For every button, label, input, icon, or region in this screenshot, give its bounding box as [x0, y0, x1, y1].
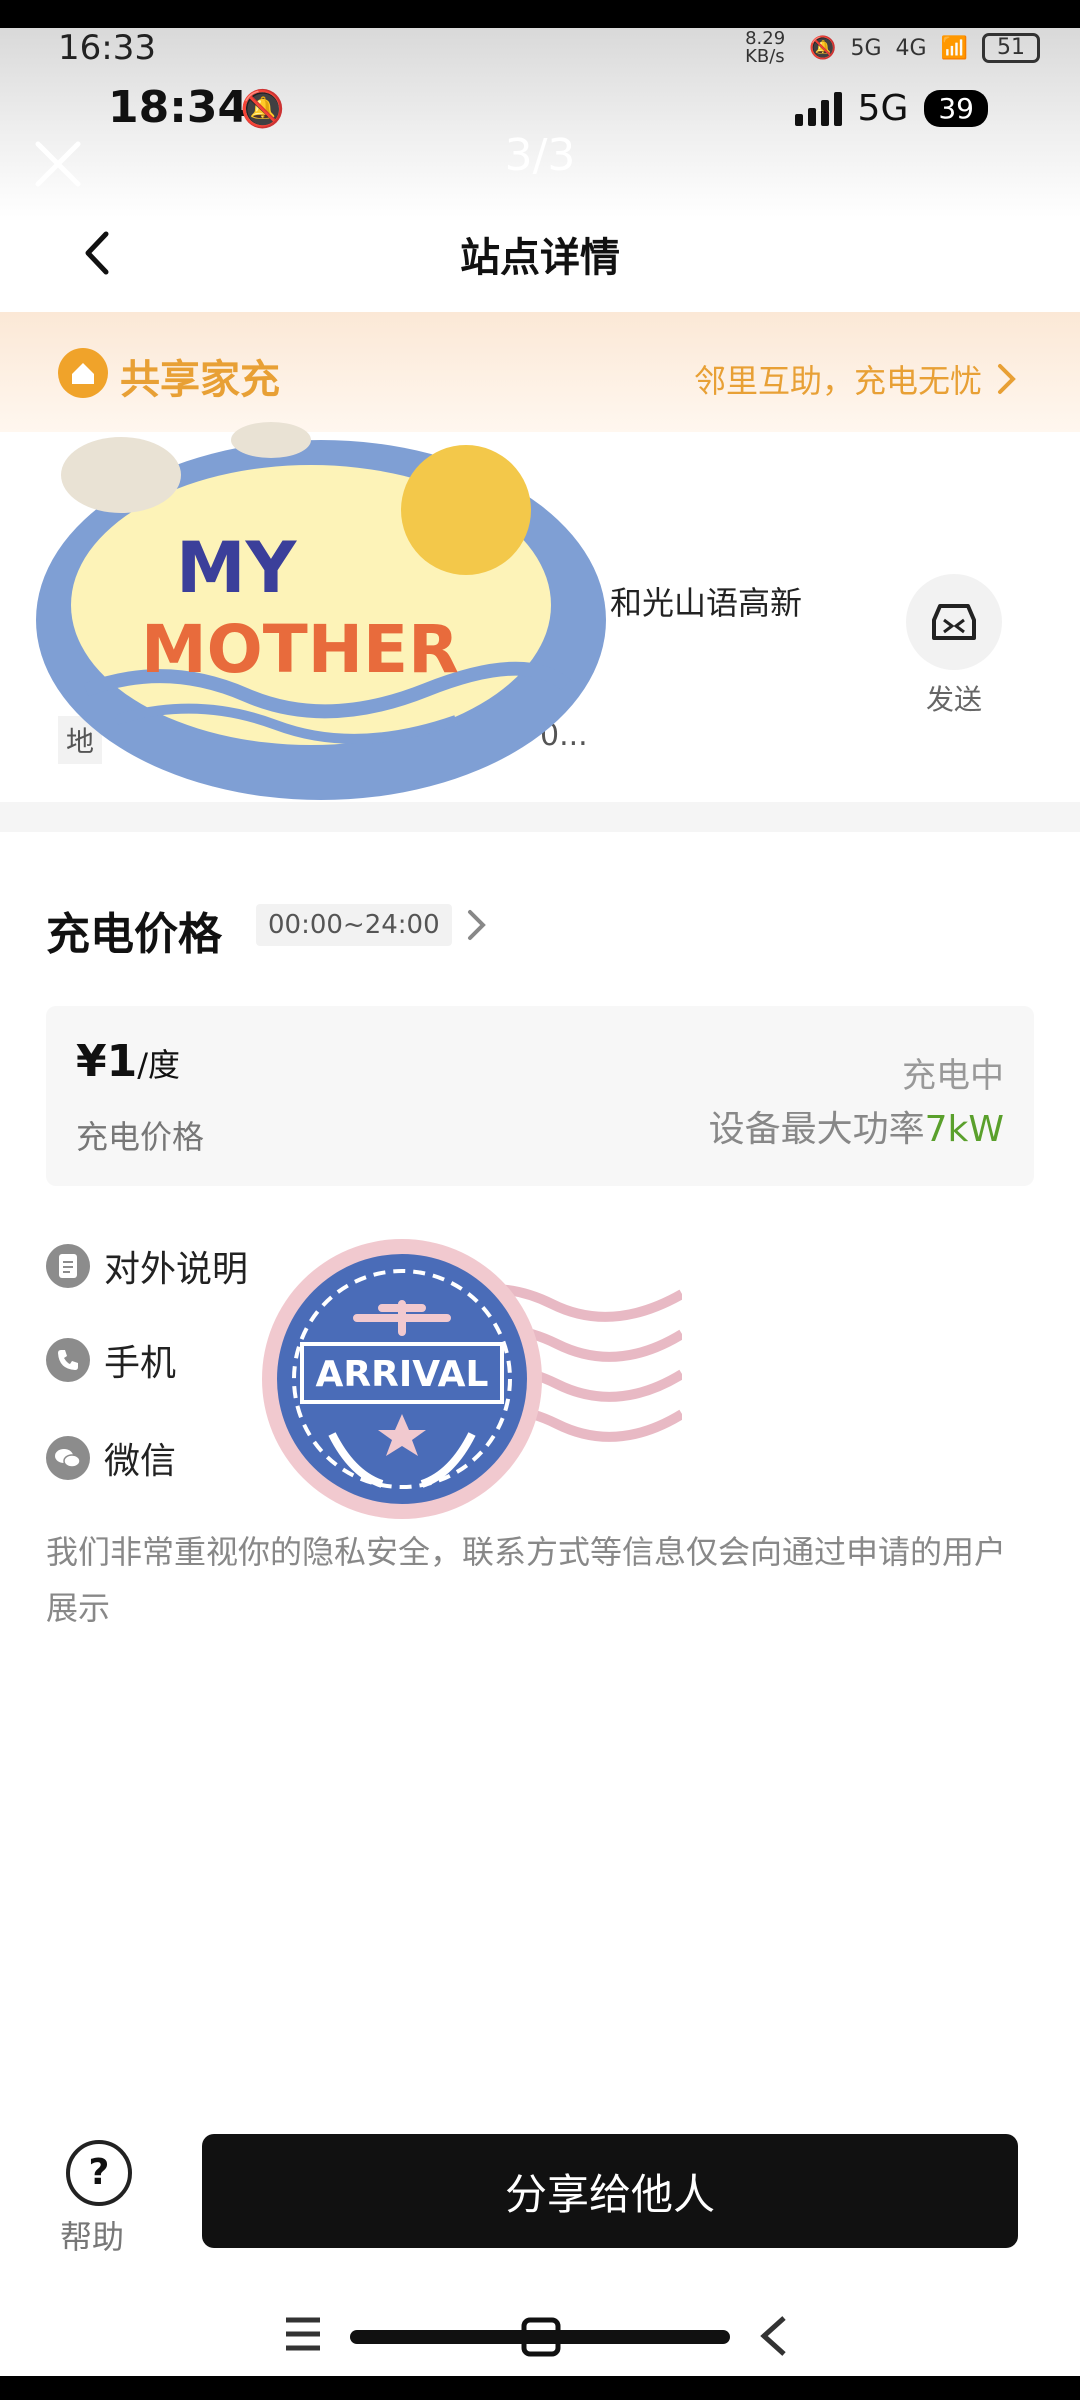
contact-description[interactable]: 对外说明	[46, 1240, 248, 1292]
contact-phone[interactable]: 手机	[46, 1334, 176, 1386]
net-5g-label: 5G	[850, 35, 882, 61]
arrival-stamp-sticker: ARRIVAL	[262, 1239, 682, 1519]
chevron-right-icon[interactable]	[466, 908, 488, 942]
price-value: ¥1/度	[76, 1036, 180, 1087]
price-unit: /度	[137, 1046, 181, 1084]
sticker-text-my: MY	[176, 527, 298, 609]
help-label[interactable]: 帮助	[60, 2212, 124, 2258]
share-button[interactable]: 分享给他人	[202, 2134, 1018, 2248]
top-black-bar	[0, 0, 1080, 28]
contact-item-label: 微信	[104, 1441, 177, 1482]
price-amount: ¥1	[76, 1036, 138, 1087]
silent-bell-icon: 🔕	[240, 89, 285, 130]
section-divider	[0, 802, 1080, 832]
banner-title: 共享家充	[120, 357, 280, 403]
mute-icon: 🔕	[809, 35, 837, 61]
price-time-range[interactable]: 00:00~24:00	[256, 904, 452, 946]
power-value: 7kW	[924, 1109, 1004, 1150]
banner-subtitle: 邻里互助，充电无忧	[693, 362, 982, 400]
navigation-bar	[286, 2316, 786, 2357]
home-gesture-bar	[350, 2330, 730, 2344]
system-time: 16:33	[58, 28, 156, 68]
car-icon	[932, 604, 976, 640]
close-icon[interactable]	[32, 138, 84, 190]
charging-status: 充电中	[902, 1056, 1004, 1096]
help-icon[interactable]: ?	[66, 2140, 132, 2206]
contact-wechat[interactable]: 微信	[46, 1432, 176, 1484]
contact-item-label: 手机	[104, 1343, 177, 1384]
contact-item-label: 对外说明	[104, 1249, 249, 1290]
app-time: 18:34	[108, 82, 249, 133]
banner-link[interactable]: 邻里互助，充电无忧	[694, 356, 1018, 402]
bottom-black-bar	[0, 2376, 1080, 2400]
system-status-icons: 8.29 KB/s 🔕 5G 4G 📶 51	[745, 30, 1040, 66]
send-navigation-button[interactable]	[906, 574, 1002, 670]
price-label: 充电价格	[76, 1118, 205, 1156]
price-card	[46, 1006, 1034, 1186]
chevron-right-icon	[998, 364, 1016, 394]
back-icon	[760, 2316, 786, 2356]
my-mother-sticker: MY MOTHER	[36, 422, 606, 800]
page-title: 站点详情	[460, 235, 620, 281]
station-address: 和光山语高新	[610, 584, 803, 622]
document-icon	[46, 1244, 90, 1288]
home-charge-icon	[58, 348, 108, 398]
image-counter: 3/3	[504, 130, 576, 181]
signal-icon	[794, 91, 842, 126]
menu-icon	[286, 2317, 320, 2351]
wechat-icon	[46, 1436, 90, 1480]
app-status-icons: 5G 39	[794, 88, 988, 129]
send-label: 发送	[925, 683, 982, 716]
sticker-text-mother: MOTHER	[141, 611, 459, 688]
wifi-icon: 📶	[940, 35, 968, 61]
max-power: 设备最大功率7kW	[709, 1100, 1004, 1152]
app-battery: 39	[924, 90, 988, 127]
net-speed: 8.29 KB/s	[745, 28, 786, 67]
price-heading: 充电价格	[46, 909, 222, 960]
stamp-text: ARRIVAL	[316, 1354, 489, 1395]
power-prefix: 设备最大功率	[708, 1109, 925, 1150]
phone-icon	[46, 1338, 90, 1382]
app-network: 5G	[857, 88, 909, 129]
system-battery: 51	[982, 33, 1040, 63]
net-4g-label: 4G	[895, 35, 927, 61]
privacy-note: 我们非常重视你的隐私安全，联系方式等信息仅会向通过申请的用户展示	[46, 1533, 1007, 1627]
